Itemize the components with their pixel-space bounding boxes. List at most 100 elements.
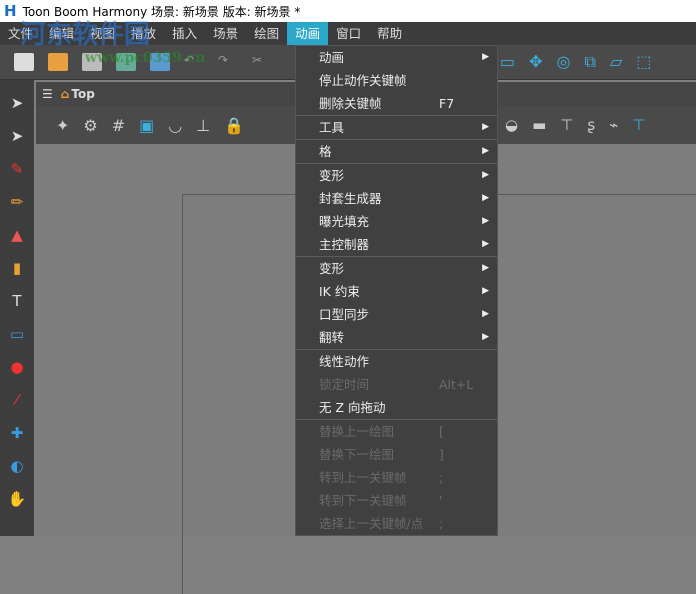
paint-icon[interactable]: ● xyxy=(8,356,26,377)
rectangle-icon[interactable]: ▭ xyxy=(8,323,26,344)
morph-icon[interactable]: ◐ xyxy=(8,455,26,476)
menu-item[interactable]: 停止动作关键帧 xyxy=(296,69,497,92)
menu-item[interactable]: 变形 ▶ xyxy=(296,257,497,280)
menu-2[interactable]: 视图 xyxy=(82,22,123,45)
disc-icon[interactable]: ◒ xyxy=(505,116,518,134)
select-icon[interactable]: ➤ xyxy=(8,92,26,113)
submenu-arrow-icon: ▶ xyxy=(482,52,489,62)
gear-icon[interactable]: ⚙ xyxy=(83,116,97,135)
submenu-arrow-icon: ▶ xyxy=(482,286,489,296)
peg-icon[interactable]: ⊤ xyxy=(560,116,573,134)
menu-9[interactable]: 帮助 xyxy=(369,22,410,45)
contour-select-icon[interactable]: ➤ xyxy=(8,125,26,146)
menu-item: 选择上一关键帧/点; xyxy=(296,512,497,535)
menu-item[interactable]: 翻转 ▶ xyxy=(296,326,497,349)
move-icon[interactable]: ✥ xyxy=(529,52,542,72)
bone-icon[interactable]: ʂ xyxy=(587,116,595,134)
undo-icon[interactable]: ↶ xyxy=(184,53,204,71)
submenu-arrow-icon: ▶ xyxy=(482,216,489,226)
dropper-icon[interactable]: ⁄ xyxy=(8,389,26,410)
menu-item: 转到上一关键帧; xyxy=(296,466,497,489)
menu-5[interactable]: 场景 xyxy=(205,22,246,45)
menu-item-label: 主控制器 xyxy=(319,237,370,252)
menu-1[interactable]: 编辑 xyxy=(41,22,82,45)
redo-icon[interactable]: ↷ xyxy=(218,53,238,71)
import-icon[interactable] xyxy=(150,53,170,71)
pencil-icon[interactable]: ✏ xyxy=(8,191,26,212)
transform-icon[interactable]: ⬚ xyxy=(636,52,651,72)
menu-item-label: 翻转 xyxy=(319,330,345,345)
menu-item-shortcut: F7 xyxy=(439,96,455,111)
layer-icon[interactable]: ▬ xyxy=(532,116,546,134)
lock-icon[interactable]: 🔒 xyxy=(224,116,244,135)
menu-item[interactable]: 工具 ▶ xyxy=(296,116,497,139)
menu-6[interactable]: 绘图 xyxy=(246,22,287,45)
menu-item-label: 格 xyxy=(319,144,332,159)
panel-menu-icon[interactable]: ☰ xyxy=(42,87,53,101)
app-logo-icon: H xyxy=(4,2,17,20)
rotate-icon[interactable]: ◎ xyxy=(557,52,571,72)
stamp-icon[interactable]: ▲ xyxy=(8,224,26,245)
menu-item-label: 变形 xyxy=(319,168,345,183)
pivot-icon[interactable]: ✚ xyxy=(8,422,26,443)
menu-0[interactable]: 文件 xyxy=(0,22,41,45)
brush-icon[interactable]: ✎ xyxy=(8,158,26,179)
submenu-arrow-icon: ▶ xyxy=(482,239,489,249)
animation-menu: 动画 ▶ 停止动作关键帧 删除关键帧 F7 工具 ▶ 格 ▶ 变形 ▶ 封套生成器 ▶ 曝光填充 ▶ 主控制器… xyxy=(295,45,498,536)
menu-item[interactable]: 删除关键帧 F7 xyxy=(296,92,497,115)
menu-item[interactable]: 变形 ▶ xyxy=(296,164,497,187)
hand-icon[interactable]: ✋ xyxy=(8,488,27,509)
grid-icon[interactable]: # xyxy=(112,116,125,135)
menu-item[interactable]: IK 约束 ▶ xyxy=(296,280,497,303)
animate-icon[interactable]: ✦ xyxy=(56,116,69,135)
menu-3[interactable]: 播放 xyxy=(123,22,164,45)
text-icon[interactable]: T xyxy=(8,290,26,311)
toolbar-right-icons: ▭ ✥ ◎ ⧉ ▱ ⬚ xyxy=(500,52,651,72)
open-icon[interactable] xyxy=(48,53,68,71)
submenu-arrow-icon: ▶ xyxy=(482,146,489,156)
menu-item-label: 删除关键帧 xyxy=(319,96,382,111)
menu-7[interactable]: 动画 xyxy=(287,22,329,45)
menu-item-shortcut: ; xyxy=(439,516,444,531)
menu-item-label: 锁定时间 xyxy=(319,377,370,392)
skew-icon[interactable]: ▱ xyxy=(610,52,622,72)
stamp-view-icon[interactable]: ⊥ xyxy=(196,116,210,135)
cut-icon[interactable]: ✂ xyxy=(252,53,272,71)
menu-item[interactable]: 格 ▶ xyxy=(296,140,497,163)
menu-item-label: 替换下一绘图 xyxy=(319,447,395,462)
deform-icon[interactable]: ⌁ xyxy=(609,116,618,134)
menu-item: 替换上一绘图 [ xyxy=(296,420,497,443)
submenu-arrow-icon: ▶ xyxy=(482,263,489,273)
menu-item-label: 替换上一绘图 xyxy=(319,424,395,439)
scale-icon[interactable]: ⧉ xyxy=(585,52,596,72)
home-icon[interactable]: ⌂ xyxy=(61,87,70,101)
safe-area-icon[interactable]: ▣ xyxy=(139,116,154,135)
title-bar: H Toon Boom Harmony 场景: 新场景 版本: 新场景 * xyxy=(0,0,696,22)
menu-8[interactable]: 窗口 xyxy=(328,22,369,45)
menu-item-label: 线性动作 xyxy=(319,354,370,369)
submenu-arrow-icon: ▶ xyxy=(482,193,489,203)
save-icon[interactable] xyxy=(82,53,102,71)
camera-icon[interactable]: ▭ xyxy=(500,52,515,72)
reset-icon[interactable]: ⊤ xyxy=(632,116,645,134)
menu-item-label: 变形 xyxy=(319,261,345,276)
menu-item-label: 曝光填充 xyxy=(319,214,370,229)
menu-4[interactable]: 插入 xyxy=(164,22,205,45)
menu-item-shortcut: ; xyxy=(439,470,444,485)
menu-item[interactable]: 口型同步 ▶ xyxy=(296,303,497,326)
save-as-icon[interactable] xyxy=(116,53,136,71)
breadcrumb[interactable]: Top xyxy=(71,87,94,101)
menu-item[interactable]: 动画 ▶ xyxy=(296,46,497,69)
menu-item[interactable]: 曝光填充 ▶ xyxy=(296,210,497,233)
onion-skin-icon[interactable]: ◡ xyxy=(168,116,182,135)
eraser-icon[interactable]: ▮ xyxy=(8,257,26,278)
menu-item[interactable]: 无 Z 向拖动 xyxy=(296,396,497,419)
menu-item-label: 停止动作关键帧 xyxy=(319,73,407,88)
new-icon[interactable] xyxy=(14,53,34,71)
submenu-arrow-icon: ▶ xyxy=(482,170,489,180)
menu-item[interactable]: 主控制器 ▶ xyxy=(296,233,497,256)
menu-item[interactable]: 封套生成器 ▶ xyxy=(296,187,497,210)
menu-item: 锁定时间 Alt+L xyxy=(296,373,497,396)
submenu-arrow-icon: ▶ xyxy=(482,309,489,319)
menu-item[interactable]: 线性动作 xyxy=(296,350,497,373)
